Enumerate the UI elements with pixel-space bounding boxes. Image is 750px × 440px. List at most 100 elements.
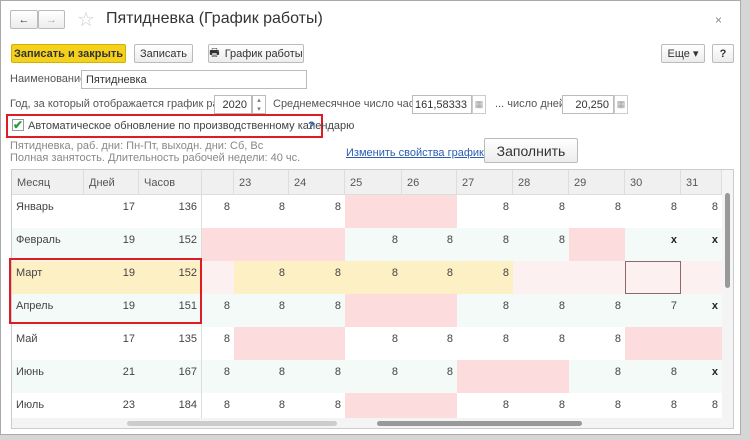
day-cell[interactable] (513, 261, 569, 294)
day-cell[interactable]: 8 (289, 294, 345, 327)
day-column-header[interactable]: 30 (625, 170, 681, 195)
table-cell-hours[interactable]: 167 (139, 360, 202, 393)
horizontal-scrollbar[interactable] (12, 418, 733, 428)
day-cell[interactable]: 8 (569, 360, 625, 393)
day-column-header[interactable]: 25 (345, 170, 402, 195)
day-cell[interactable]: 8 (402, 228, 457, 261)
day-cell[interactable] (234, 327, 289, 360)
day-column-header[interactable] (202, 170, 234, 195)
day-cell-excluded[interactable]: x (681, 294, 722, 327)
more-button[interactable]: Еще ▾ (661, 44, 705, 63)
day-cell[interactable] (569, 228, 625, 261)
day-cell[interactable]: 8 (234, 360, 289, 393)
help-button[interactable]: ? (712, 44, 734, 63)
change-properties-link[interactable]: Изменить свойства графика... (346, 147, 499, 159)
calculator-icon[interactable]: ▦ (614, 95, 628, 114)
schedule-print-button[interactable]: 🖶 График работы (208, 44, 304, 63)
day-cell[interactable] (402, 294, 457, 327)
table-cell-days[interactable]: 17 (84, 195, 139, 228)
day-cell[interactable]: 8 (402, 360, 457, 393)
table-cell-hours[interactable]: 152 (139, 228, 202, 261)
day-cell[interactable] (345, 294, 402, 327)
day-column-header[interactable]: 23 (234, 170, 289, 195)
year-stepper[interactable]: ▴ ▾ (252, 95, 266, 114)
column-header[interactable]: Часов (139, 170, 202, 195)
day-cell[interactable]: 8 (234, 195, 289, 228)
day-column-header[interactable]: 31 (681, 170, 722, 195)
name-input[interactable]: Пятидневка (81, 70, 307, 89)
table-cell-month[interactable]: Май (12, 327, 84, 360)
day-cell-excluded[interactable]: x (681, 228, 722, 261)
day-cell-excluded[interactable]: x (681, 360, 722, 393)
day-cell[interactable]: 8 (402, 261, 457, 294)
day-cell[interactable]: 8 (202, 195, 234, 228)
day-cell[interactable]: 8 (625, 195, 681, 228)
table-cell-days[interactable]: 19 (84, 228, 139, 261)
day-cell[interactable]: 8 (202, 360, 234, 393)
day-cell[interactable]: 7 (625, 294, 681, 327)
day-cell[interactable]: 8 (202, 294, 234, 327)
calculator-icon[interactable]: ▦ (472, 95, 486, 114)
day-cell[interactable] (457, 360, 513, 393)
help-icon[interactable]: ? (308, 120, 315, 132)
day-cell[interactable]: 8 (345, 261, 402, 294)
day-cell[interactable]: 8 (457, 228, 513, 261)
day-cell[interactable] (625, 327, 681, 360)
day-cell[interactable] (289, 327, 345, 360)
day-cell[interactable] (569, 261, 625, 294)
day-column-header[interactable]: 29 (569, 170, 625, 195)
day-cell[interactable]: 8 (513, 195, 569, 228)
day-cell[interactable]: 8 (457, 261, 513, 294)
column-header[interactable]: Месяц (12, 170, 84, 195)
table-cell-days[interactable]: 17 (84, 327, 139, 360)
day-column-header[interactable]: 28 (513, 170, 569, 195)
day-cell[interactable]: 8 (457, 195, 513, 228)
day-cell[interactable] (234, 228, 289, 261)
back-button[interactable]: ← (10, 10, 38, 29)
table-cell-hours[interactable]: 135 (139, 327, 202, 360)
table-cell-days[interactable]: 21 (84, 360, 139, 393)
save-button[interactable]: Записать (134, 44, 193, 63)
close-icon[interactable]: × (715, 13, 722, 27)
day-cell[interactable] (202, 261, 234, 294)
day-cell[interactable]: 8 (234, 261, 289, 294)
day-column-header[interactable]: 24 (289, 170, 345, 195)
day-cell[interactable] (289, 228, 345, 261)
vertical-scrollbar-thumb[interactable] (725, 193, 730, 288)
day-cell[interactable] (513, 360, 569, 393)
favorite-star-icon[interactable]: ☆ (77, 7, 95, 32)
horizontal-scrollbar-thumb[interactable] (377, 421, 582, 426)
day-cell[interactable]: 8 (402, 327, 457, 360)
day-cell[interactable]: 8 (345, 360, 402, 393)
day-cell[interactable]: 8 (234, 294, 289, 327)
day-cell[interactable] (345, 195, 402, 228)
table-cell-month[interactable]: Июнь (12, 360, 84, 393)
day-cell[interactable]: 8 (513, 294, 569, 327)
day-cell[interactable]: 8 (457, 327, 513, 360)
day-cell[interactable]: 8 (289, 360, 345, 393)
day-cell[interactable]: 8 (289, 195, 345, 228)
table-cell-hours[interactable]: 136 (139, 195, 202, 228)
day-cell[interactable]: 8 (513, 327, 569, 360)
day-cell[interactable] (402, 195, 457, 228)
year-input[interactable]: 2020 (214, 95, 252, 114)
avg-days-input[interactable]: 20,250 (562, 95, 614, 114)
day-cell[interactable]: 8 (513, 228, 569, 261)
day-cell[interactable]: 8 (202, 327, 234, 360)
save-close-button[interactable]: Записать и закрыть (11, 44, 126, 63)
day-cell[interactable]: 8 (569, 294, 625, 327)
day-cell-excluded[interactable]: x (625, 228, 681, 261)
table-cell-month[interactable]: Февраль (12, 228, 84, 261)
day-cell[interactable]: 8 (681, 195, 722, 228)
day-cell[interactable]: 8 (289, 261, 345, 294)
auto-update-checkbox[interactable]: ✔ (12, 119, 24, 131)
day-column-header[interactable]: 26 (402, 170, 457, 195)
day-cell[interactable] (625, 261, 681, 294)
day-cell[interactable] (681, 327, 722, 360)
column-header[interactable]: Дней (84, 170, 139, 195)
forward-button[interactable]: → (38, 10, 65, 29)
day-cell[interactable]: 8 (569, 195, 625, 228)
day-cell[interactable]: 8 (625, 360, 681, 393)
day-cell[interactable]: 8 (345, 327, 402, 360)
fill-button[interactable]: Заполнить (484, 138, 578, 163)
